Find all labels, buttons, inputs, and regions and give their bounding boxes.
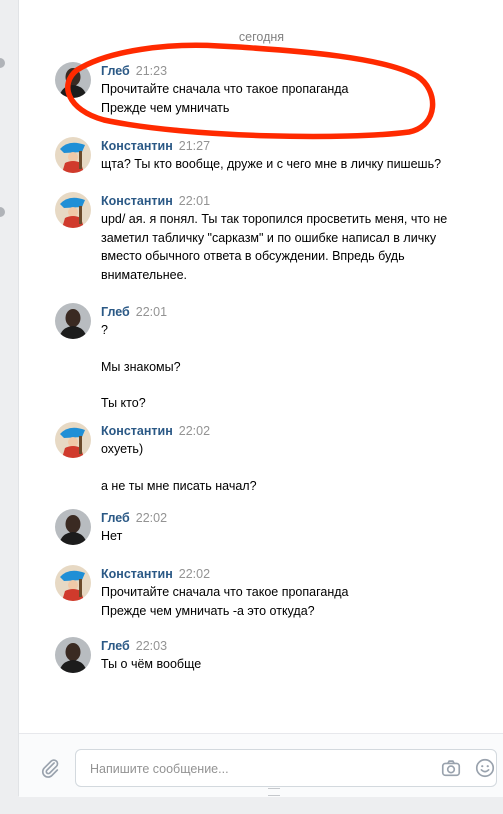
message-author[interactable]: Глеб [101, 305, 130, 319]
message-text: Нет [101, 529, 123, 543]
message-body: Константин 22:02 Прочитайте сначала что та… [101, 565, 500, 620]
scroll-marker [0, 207, 5, 217]
message-text: Ты о чём вообще [101, 657, 202, 671]
message-text: ? [101, 323, 108, 337]
message-header: Глеб 22:03 [101, 637, 500, 655]
message-text: Мы знакомы? [101, 359, 181, 374]
message-composer [19, 733, 503, 797]
avatar[interactable] [55, 422, 91, 458]
avatar[interactable] [55, 565, 91, 601]
avatar[interactable] [55, 192, 91, 228]
message-input[interactable] [88, 750, 412, 788]
message-time: 22:01 [178, 194, 211, 208]
message-time: 22:02 [135, 511, 168, 525]
message-author[interactable]: Константин [101, 194, 173, 208]
message-body: Глеб 22:01? Мы знакомы? Ты кто? [101, 303, 500, 413]
smile-icon[interactable] [474, 757, 496, 779]
red-highlight-annotation [65, 42, 436, 140]
scroll-marker [0, 58, 5, 68]
message-text: Ты кто? [101, 396, 146, 410]
message-header: Глеб 22:01 [101, 303, 500, 321]
avatar[interactable] [55, 303, 91, 339]
avatar[interactable] [55, 509, 91, 545]
message-author[interactable]: Глеб [101, 511, 130, 525]
chat-panel: сегодня Глеб 21:23 Прочитайте сначала что … [18, 0, 503, 797]
message-text: внимательнее. [101, 267, 188, 282]
message-text: upd/ ая. я понял. Ты так торопился просв… [101, 212, 448, 226]
message-header: Константин 22:01 [101, 192, 500, 210]
paperclip-icon[interactable] [39, 757, 61, 779]
message-body: Константин 22:02 охуеть) а не ты мне писать… [101, 422, 500, 495]
message-time: 22:03 [135, 639, 168, 653]
message-time: 22:01 [135, 305, 168, 319]
message-text: охуеть) [101, 442, 144, 456]
message-text: вместо обычного ответа в обсуждении. Впр… [101, 249, 405, 263]
message-author[interactable]: Константин [101, 567, 173, 581]
message-text: Прочитайте сначала что такое пропаганда [101, 585, 349, 599]
message-header: Константин 22:02 [101, 422, 500, 440]
message-author[interactable]: Константин [101, 424, 173, 438]
message-body: Глеб 22:03 Ты о чём вообще [101, 637, 500, 674]
camera-icon[interactable] [440, 757, 462, 779]
message-time: 22:02 [178, 424, 211, 438]
message-time: 22:02 [178, 567, 211, 581]
message-text: Прежде чем умничать -а это откуда? [101, 603, 315, 618]
message-text: заметил табличку "сарказм" и по ошибке н… [101, 230, 437, 245]
avatar[interactable] [55, 637, 91, 673]
message-body: Константин 22:01 upd/ ая. я понял. Ты так … [101, 192, 500, 284]
message-author[interactable]: Глеб [101, 639, 130, 653]
message-header: Константин 22:02 [101, 565, 500, 583]
message-header: Глеб 22:02 [101, 509, 500, 527]
message-input-box[interactable] [75, 749, 497, 788]
message-text: а не ты мне писать начал? [101, 478, 257, 493]
resize-handle[interactable] [268, 788, 280, 796]
message-body: Глеб 22:02 Нет [101, 509, 500, 546]
